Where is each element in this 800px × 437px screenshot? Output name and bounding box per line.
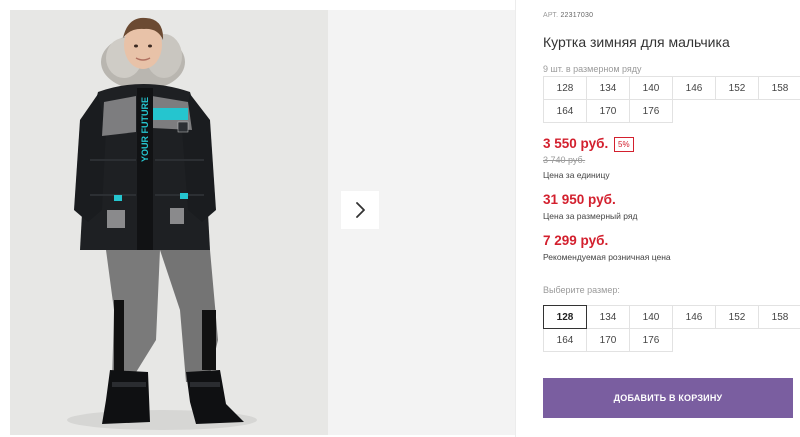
pack-size-grid: 128 134 140 146 152 158 164 170 176 [543,76,800,123]
retail-price-label: Рекомендуемая розничная цена [543,252,671,262]
product-title: Куртка зимняя для мальчика [543,34,730,50]
photo-print-text: YOUR FUTURE [140,97,150,162]
panel-divider [515,0,516,437]
gallery-next-button[interactable] [341,191,379,229]
article-label: АРТ. [543,12,559,19]
size-selector: 128 134 140 146 152 158 164 170 176 [543,305,800,352]
pack-size-cell: 164 [543,99,587,123]
pack-price-label: Цена за размерный ряд [543,211,638,221]
pack-size-cell: 170 [586,99,630,123]
discount-badge: 5% [614,137,634,152]
pack-size-cell: 134 [586,76,630,100]
pack-size-cell: 158 [758,76,800,100]
pack-size-cell: 128 [543,76,587,100]
size-option-170[interactable]: 170 [586,328,630,352]
choose-size-label: Выберите размер: [543,285,620,295]
size-option-134[interactable]: 134 [586,305,630,329]
size-option-158[interactable]: 158 [758,305,800,329]
pack-size-cell: 176 [629,99,673,123]
pack-size-cell: 140 [629,76,673,100]
unit-price: 3 550 руб. [543,136,609,151]
retail-price: 7 299 руб. [543,233,609,248]
pack-size-cell: 146 [672,76,716,100]
size-option-140[interactable]: 140 [629,305,673,329]
product-photo[interactable]: YOUR FUTURE [10,10,328,435]
chevron-right-icon [356,202,365,218]
size-option-128[interactable]: 128 [543,305,587,329]
old-price: 3 740 руб. [543,155,586,165]
pack-note: 9 шт. в размерном ряду [543,64,642,74]
article-number: АРТ. 22317030 [543,12,593,19]
product-gallery: YOUR FUTURE [10,10,515,435]
unit-price-label: Цена за единицу [543,170,610,180]
size-option-152[interactable]: 152 [715,305,759,329]
pack-price: 31 950 руб. [543,192,616,207]
size-option-176[interactable]: 176 [629,328,673,352]
size-option-164[interactable]: 164 [543,328,587,352]
pack-size-cell: 152 [715,76,759,100]
add-to-cart-button[interactable]: ДОБАВИТЬ В КОРЗИНУ [543,378,793,418]
size-option-146[interactable]: 146 [672,305,716,329]
article-value: 22317030 [560,12,594,19]
